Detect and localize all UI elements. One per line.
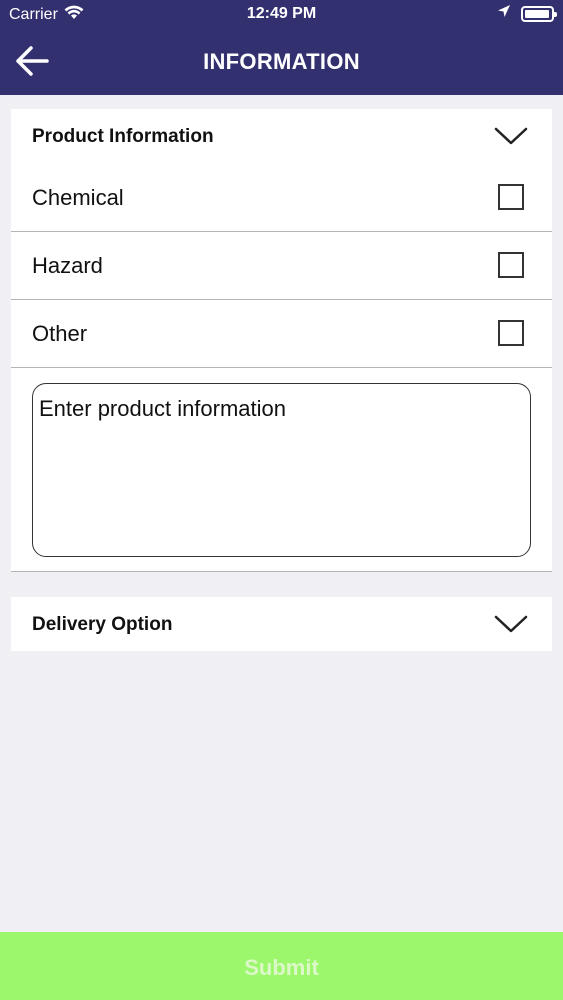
submit-label: Submit: [244, 955, 319, 980]
product-information-header[interactable]: Product Information: [11, 109, 552, 164]
option-row-chemical[interactable]: Chemical: [11, 164, 552, 232]
option-label-other: Other: [32, 321, 88, 346]
product-information-section: Product Information Chemical Hazard Othe…: [11, 109, 552, 572]
status-time: 12:49 PM: [246, 5, 317, 22]
product-information-title: Product Information: [32, 126, 214, 147]
divider: [11, 571, 552, 572]
product-information-placeholder: Enter product information: [39, 396, 287, 421]
delivery-option-section: Delivery Option: [11, 597, 552, 651]
submit-button[interactable]: Submit: [0, 932, 563, 1000]
battery-icon: [521, 5, 557, 22]
page-title: INFORMATION: [203, 49, 360, 74]
battery-level: [525, 9, 549, 18]
product-information-input[interactable]: Enter product information: [32, 383, 531, 557]
app-header: Carrier 12:49 PM INFORMATION: [0, 0, 563, 95]
chevron-down-icon: [494, 615, 528, 633]
checkbox-chemical[interactable]: [498, 184, 524, 210]
status-right: [497, 4, 557, 23]
option-row-hazard[interactable]: Hazard: [11, 232, 552, 300]
option-label-hazard: Hazard: [32, 253, 103, 278]
location-arrow-icon: [497, 4, 511, 23]
delivery-option-title: Delivery Option: [32, 614, 173, 635]
chevron-down-icon: [494, 127, 528, 145]
status-bar: Carrier 12:49 PM: [0, 0, 563, 30]
option-label-chemical: Chemical: [32, 185, 124, 210]
delivery-option-header[interactable]: Delivery Option: [11, 597, 552, 652]
checkbox-hazard[interactable]: [498, 252, 524, 278]
checkbox-other[interactable]: [498, 320, 524, 346]
option-row-other[interactable]: Other: [11, 300, 552, 368]
